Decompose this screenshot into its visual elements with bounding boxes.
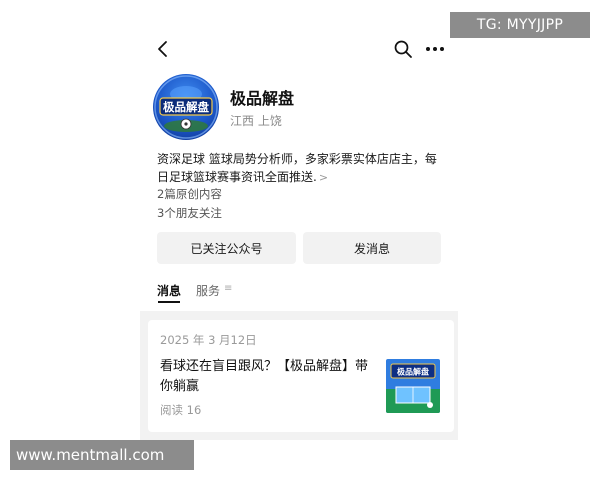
tab-messages[interactable]: 消息 <box>157 282 181 299</box>
services-menu-icon[interactable]: ≡ <box>224 283 232 294</box>
article-read-count: 阅读 16 <box>160 403 202 417</box>
thumbnail-image-icon: 极品解盘 <box>386 359 440 413</box>
expand-description-icon[interactable]: > <box>317 171 328 184</box>
telegram-watermark: TG: MYYJJPP <box>450 12 590 38</box>
avatar-logo-text: 极品解盘 <box>163 100 209 114</box>
chevron-left-icon[interactable] <box>152 38 174 60</box>
original-content-count[interactable]: 2篇原创内容 <box>157 186 222 202</box>
article-title[interactable]: 看球还在盲目跟风？【极品解盘】带你躺赢 <box>160 357 374 397</box>
tab-services[interactable]: 服务 <box>196 282 220 299</box>
article-thumbnail[interactable]: 极品解盘 <box>386 359 440 413</box>
avatar[interactable]: 极品解盘 <box>153 74 219 140</box>
friends-following-count[interactable]: 3个朋友关注 <box>157 205 222 221</box>
send-message-button[interactable]: 发消息 <box>303 232 441 264</box>
avatar-logo-icon: 极品解盘 <box>154 75 218 139</box>
account-location: 江西 上饶 <box>230 114 282 128</box>
screenshot-stage: 极品解盘 极品解盘 江西 上饶 资深足球 篮球局势分析师，多家彩票实体店店主，每… <box>0 0 600 480</box>
thumbnail-logo-text: 极品解盘 <box>397 367 429 377</box>
article-card[interactable]: 2025 年 3 月12日 看球还在盲目跟风？【极品解盘】带你躺赢 阅读 16 … <box>148 320 454 432</box>
site-watermark: www.mentmall.com <box>10 440 194 470</box>
more-dots-icon[interactable] <box>424 38 446 60</box>
article-date: 2025 年 3 月12日 <box>160 333 257 347</box>
description-text: 资深足球 篮球局势分析师，多家彩票实体店店主，每日足球篮球赛事资讯全面推送. <box>157 152 437 184</box>
account-description[interactable]: 资深足球 篮球局势分析师，多家彩票实体店店主，每日足球篮球赛事资讯全面推送. > <box>157 150 447 187</box>
account-name: 极品解盘 <box>230 89 295 108</box>
followed-account-button[interactable]: 已关注公众号 <box>157 232 296 264</box>
official-account-profile-screen: 极品解盘 极品解盘 江西 上饶 资深足球 篮球局势分析师，多家彩票实体店店主，每… <box>140 28 458 440</box>
top-bar <box>140 28 458 72</box>
active-tab-indicator <box>158 301 180 303</box>
search-icon[interactable] <box>392 38 414 60</box>
